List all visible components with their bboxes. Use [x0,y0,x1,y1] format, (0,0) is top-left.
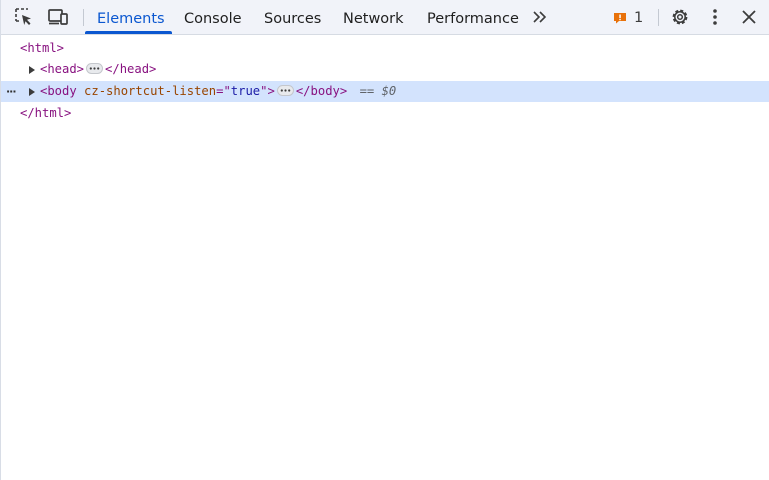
issues-count: 1 [634,10,644,26]
collapsed-content-ellipsis-icon[interactable] [86,63,104,74]
tab-elements[interactable]: Elements [97,0,165,35]
issue-flag-icon [614,13,626,24]
inspect-element-icon[interactable] [13,6,35,28]
close-icon[interactable] [738,6,760,28]
devtools-panel: Elements Console Sources Network Perform… [0,0,769,480]
issues-counter[interactable]: 1 [613,6,643,30]
toolbar-divider [658,9,659,26]
head-open-tag: <head> [40,62,85,76]
html-open-tag: <html> [20,41,65,55]
gear-icon[interactable] [669,6,691,28]
expand-triangle-icon[interactable] [29,88,35,96]
expand-triangle-icon[interactable] [29,66,35,74]
chevron-double-right-icon[interactable] [531,6,549,28]
html-close-tag: </html> [20,106,72,120]
tab-network[interactable]: Network [343,0,404,35]
body-close-tag: </body> [295,84,348,98]
body-attribute-value[interactable]: true [231,84,260,98]
body-attribute-name[interactable]: cz-shortcut-listen [84,84,216,98]
active-tab-indicator [85,31,172,34]
dom-node-html-close[interactable]: </html> [1,103,769,124]
attribute-quote-close: "> [260,84,275,98]
devtools-toolbar: Elements Console Sources Network Perform… [1,0,769,35]
collapsed-content-ellipsis-icon[interactable] [276,85,294,96]
node-actions-dots[interactable]: ··· [6,81,17,102]
tab-sources[interactable]: Sources [264,0,321,35]
toolbar-divider [83,9,84,26]
selected-node-marker: == $0 [359,84,397,98]
attribute-equals: =" [216,84,231,98]
tab-console[interactable]: Console [184,0,242,35]
head-close-tag: </head> [105,62,157,76]
dom-node-html[interactable]: <html> [1,38,769,59]
dom-node-body[interactable]: ··· <body cz-shortcut-listen="true"> </bo… [1,81,769,102]
kebab-menu-icon[interactable] [704,6,726,28]
device-toolbar-icon[interactable] [47,6,69,28]
dom-node-head[interactable]: <head> </head> [1,59,769,80]
body-open-tag: <body [40,84,77,98]
tab-performance[interactable]: Performance [427,0,519,35]
